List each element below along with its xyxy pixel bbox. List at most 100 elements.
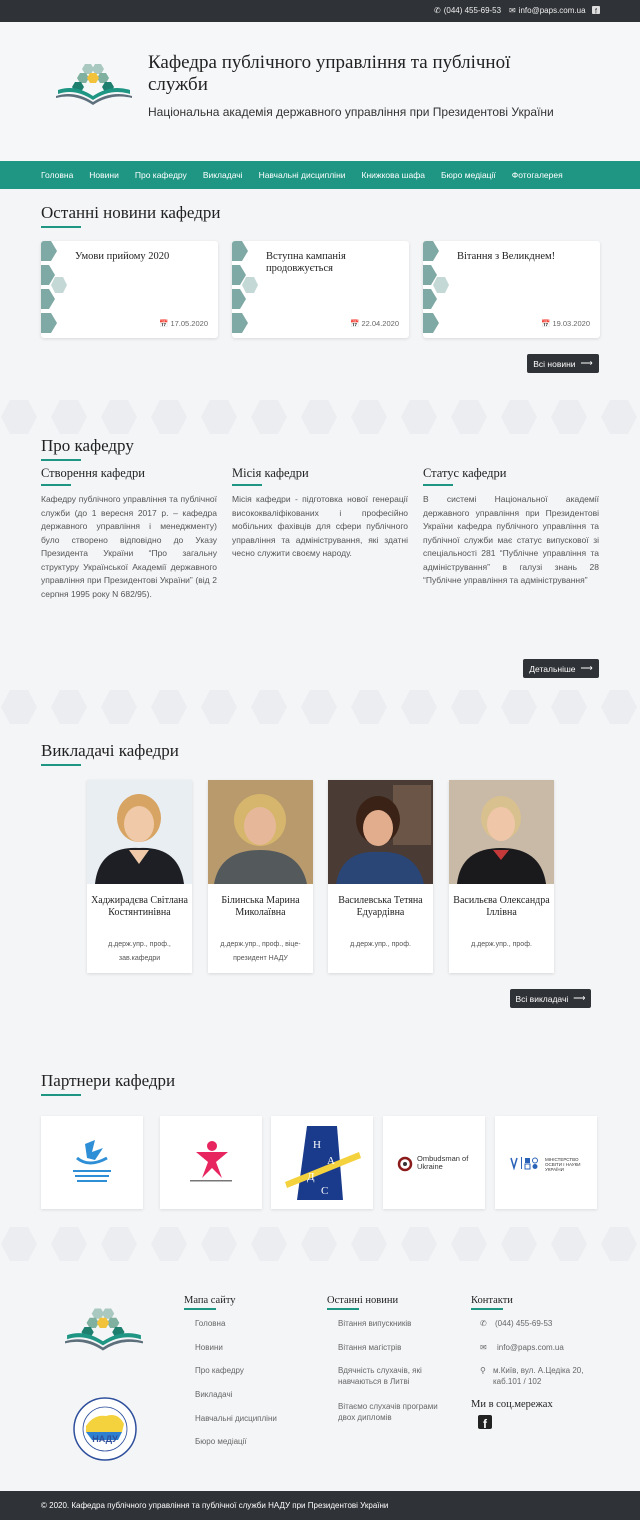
logo[interactable] — [55, 62, 133, 106]
footer-map-link[interactable]: Бюро медіації — [195, 1436, 247, 1447]
footer-news-link[interactable]: Вітаємо слухачів програми двох дипломів — [338, 1401, 448, 1423]
nav-gallery[interactable]: Фотогалерея — [512, 170, 563, 180]
teacher-name[interactable]: Василевська Тетяна Едуардівна — [328, 895, 433, 919]
ombudsman-council-logo — [73, 1140, 111, 1182]
col-underline — [232, 484, 262, 486]
ministry-logo-icon — [510, 1157, 538, 1170]
hex-pattern-background — [1, 690, 637, 724]
svg-text:Н: Н — [313, 1139, 321, 1151]
news-date-text: 19.03.2020 — [552, 319, 590, 328]
title-underline — [41, 1094, 81, 1096]
nav-about[interactable]: Про кафедру — [135, 170, 187, 180]
ministry-logo-text: МІНІСТЕРСТВО ОСВІТИ І НАУКИ УКРАЇНИ — [545, 1157, 581, 1172]
teacher-name[interactable]: Білинська Марина Миколаївна — [208, 895, 313, 919]
partner-card[interactable]: НАДС — [271, 1116, 373, 1209]
teacher-position: д.держ.упр., проф. — [350, 941, 411, 948]
footer-news-title: Останні новини — [327, 1295, 399, 1306]
site-subtitle: Національна академія державного управлін… — [148, 105, 554, 119]
footer-map-link[interactable]: Новини — [195, 1342, 223, 1353]
ombudsman-logo-text: Ombudsman of Ukraine — [417, 1154, 469, 1171]
training-center-logo — [190, 1141, 232, 1182]
hex-decoration-icon — [232, 241, 258, 333]
news-date-text: 22.04.2020 — [361, 319, 399, 328]
site-title[interactable]: Кафедра публічного управління та публічн… — [148, 52, 548, 96]
footer-email[interactable]: info@paps.com.ua — [497, 1342, 564, 1353]
copyright-bar: © 2020. Кафедра публічного управління та… — [0, 1491, 640, 1520]
svg-text:С: С — [321, 1185, 328, 1197]
teacher-name[interactable]: Васильєва Олександра Іллівна — [449, 895, 554, 919]
footer-address: м.Київ, вул. А.Цедіка 20, каб.101 / 102 — [493, 1366, 584, 1386]
footer-location-icon: ⚲ — [480, 1366, 486, 1375]
partner-card[interactable] — [41, 1116, 143, 1209]
teacher-card[interactable]: Васильєва Олександра Іллівна д.держ.упр.… — [449, 780, 554, 973]
more-button[interactable]: Детальніше ⟶ — [523, 659, 599, 678]
footer-news-link[interactable]: Вітання магістрів — [338, 1342, 448, 1353]
footer-news-link[interactable]: Вітання випускників — [338, 1318, 448, 1329]
news-card[interactable]: Вітання з Великднем! 📅 19.03.2020 — [423, 241, 600, 338]
about-section-title: Про кафедру — [41, 436, 134, 455]
top-email[interactable]: ✉ info@paps.com.ua — [509, 6, 586, 15]
teacher-photo[interactable] — [449, 780, 554, 884]
svg-text:А: А — [327, 1155, 335, 1167]
partners-section-title: Партнери кафедри — [41, 1071, 176, 1090]
association-logo: НАДС — [285, 1126, 361, 1200]
phone-icon: ✆ — [434, 6, 441, 15]
footer-map-link[interactable]: Про кафедру — [195, 1365, 244, 1376]
news-card[interactable]: Умови прийому 2020 📅 17.05.2020 — [41, 241, 218, 338]
nav-home[interactable]: Головна — [41, 170, 73, 180]
nav-news[interactable]: Новини — [89, 170, 119, 180]
about-col-text: В системі Національної академії державно… — [423, 494, 599, 585]
news-title[interactable]: Умови прийому 2020 — [75, 251, 210, 263]
nav-mediation[interactable]: Бюро медіації — [441, 170, 496, 180]
hex-decoration-icon — [41, 241, 67, 333]
all-teachers-label: Всі викладачі — [515, 993, 569, 1004]
ombudsman-logo-icon — [397, 1156, 413, 1172]
partner-card[interactable]: МІНІСТЕРСТВО ОСВІТИ І НАУКИ УКРАЇНИ — [495, 1116, 597, 1209]
all-news-label: Всі новини — [533, 358, 576, 369]
footer-underline — [184, 1308, 216, 1310]
news-date: 📅 22.04.2020 — [350, 319, 399, 328]
teacher-photo[interactable] — [208, 780, 313, 884]
svg-text:Д: Д — [307, 1171, 315, 1183]
facebook-icon[interactable]: f — [478, 1415, 492, 1429]
about-col-text: Кафедру публічного управління та публічн… — [41, 494, 217, 599]
col-underline — [423, 484, 453, 486]
news-card[interactable]: Вступна кампанія продовжується 📅 22.04.2… — [232, 241, 409, 338]
hex-pattern-background — [1, 1227, 637, 1261]
title-underline — [41, 226, 81, 228]
teacher-photo[interactable] — [328, 780, 433, 884]
arrow-right-icon: ⟶ — [580, 358, 593, 368]
about-col-title: Статус кафедри — [423, 466, 507, 480]
arrow-right-icon: ⟶ — [580, 663, 593, 673]
facebook-icon[interactable]: f — [592, 6, 600, 14]
teachers-section-title: Викладачі кафедри — [41, 741, 179, 760]
footer-map-link[interactable]: Головна — [195, 1318, 225, 1329]
nav-teachers[interactable]: Викладачі — [203, 170, 243, 180]
top-bar: ✆ (044) 455-69-53 ✉ info@paps.com.ua f — [0, 0, 640, 22]
news-title[interactable]: Вступна кампанія продовжується — [266, 251, 401, 275]
teacher-name[interactable]: Хаджирадєва Світлана Костянтинівна — [87, 895, 192, 919]
teacher-card[interactable]: Білинська Марина Миколаївна д.держ.упр.,… — [208, 780, 313, 973]
teacher-position: д.держ.упр., проф. — [471, 941, 532, 948]
all-teachers-button[interactable]: Всі викладачі ⟶ — [510, 989, 591, 1008]
news-date-text: 17.05.2020 — [170, 319, 208, 328]
footer-map-link[interactable]: Навчальні дисципліни — [195, 1413, 277, 1424]
footer-map-link[interactable]: Викладачі — [195, 1389, 232, 1400]
top-phone[interactable]: ✆ (044) 455-69-53 — [434, 6, 501, 15]
nav-disciplines[interactable]: Навчальні дисципліни — [259, 170, 346, 180]
news-title[interactable]: Вітання з Великднем! — [457, 251, 592, 263]
arrow-right-icon: ⟶ — [573, 993, 586, 1003]
about-col-title: Місія кафедри — [232, 466, 309, 480]
news-section-title: Останні новини кафедри — [41, 203, 221, 222]
partner-card[interactable]: Ombudsman of Ukraine — [383, 1116, 485, 1209]
nav-bookshelf[interactable]: Книжкова шафа — [362, 170, 425, 180]
all-news-button[interactable]: Всі новини ⟶ — [527, 354, 599, 373]
footer-phone[interactable]: (044) 455-69-53 — [495, 1318, 552, 1329]
footer-logo[interactable] — [64, 1306, 144, 1352]
title-underline — [41, 764, 81, 766]
teacher-card[interactable]: Василевська Тетяна Едуардівна д.держ.упр… — [328, 780, 433, 973]
teacher-card[interactable]: Хаджирадєва Світлана Костянтинівна д.дер… — [87, 780, 192, 973]
teacher-photo[interactable] — [87, 780, 192, 884]
footer-news-link[interactable]: Вдячність слухачів, які навчаються в Лит… — [338, 1365, 448, 1387]
partner-card[interactable] — [160, 1116, 262, 1209]
